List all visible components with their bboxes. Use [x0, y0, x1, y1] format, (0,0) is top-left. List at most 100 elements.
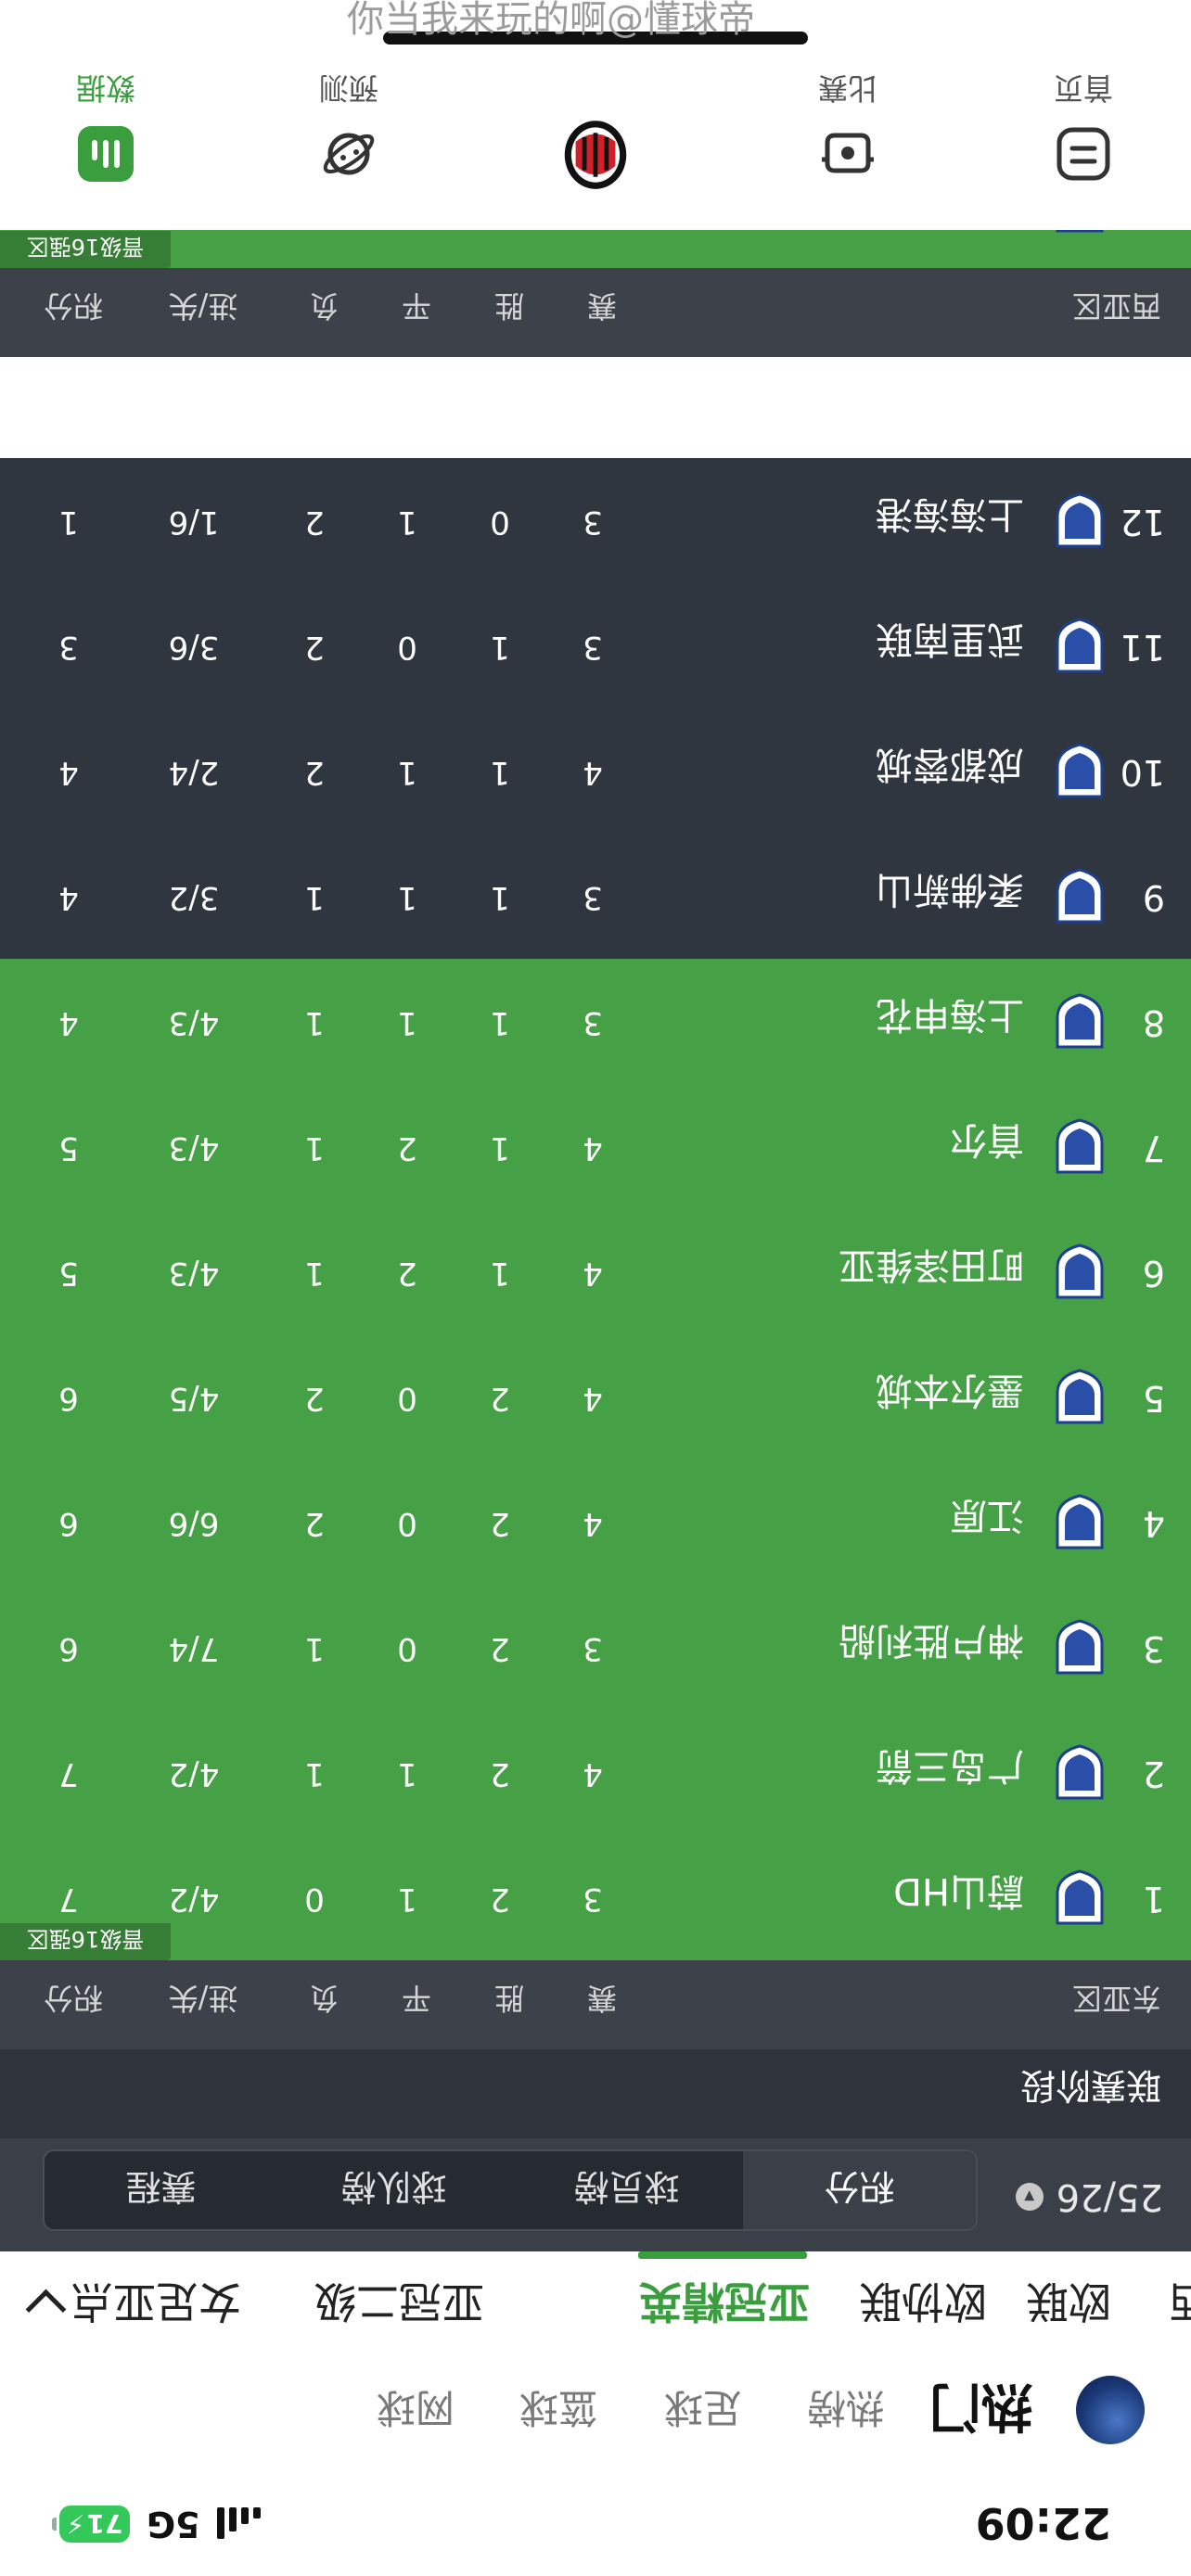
team-badge-icon: [1056, 1619, 1104, 1675]
table-row[interactable]: 7 首尔 4 1 2 1 4/3 5: [0, 1084, 1191, 1209]
chevron-down-icon: ▾: [1015, 2183, 1044, 2211]
east-group-header: 东亚区 赛 胜 平 负 进/失 积分: [0, 1960, 1191, 2049]
table-row[interactable]: 6 町田泽维亚 4 1 2 1 4/3 5: [0, 1209, 1191, 1334]
stat-pts: 7: [58, 1881, 79, 1918]
tab-europa-league[interactable]: 欧联: [1026, 2274, 1111, 2335]
team-rank: 1: [1142, 1879, 1165, 1919]
table-row[interactable]: 5 墨尔本城 4 2 0 2 4/5 6: [0, 1334, 1191, 1460]
tab-hot-list[interactable]: 热榜: [807, 2382, 885, 2439]
stat-d: 0: [397, 1380, 417, 1417]
segment-player-ranking[interactable]: 球员榜: [510, 2151, 743, 2229]
tab-basketball[interactable]: 篮球: [519, 2382, 597, 2439]
stat-w: 1: [490, 1004, 510, 1041]
stat-l: 2: [304, 754, 325, 791]
table-row[interactable]: 2 广岛三箭 4 2 1 1 4/2 7: [0, 1710, 1191, 1835]
segment-schedule[interactable]: 赛程: [45, 2151, 277, 2229]
stat-pts: 6: [58, 1380, 79, 1417]
stage-title: 联赛阶段: [1019, 2065, 1161, 2106]
table-row[interactable]: 12 上海海港 3 0 1 2 1/6 1: [0, 458, 1191, 583]
team-name: 蔚山HD: [893, 1869, 1024, 1912]
stat-d: 1: [397, 504, 417, 541]
stat-l: 1: [304, 1630, 325, 1667]
nav-home[interactable]: 首页: [1009, 69, 1158, 184]
tab-tennis[interactable]: 网球: [377, 2382, 455, 2439]
battery-level: 71: [86, 2508, 123, 2540]
team-badge-icon: [1056, 1744, 1104, 1800]
avatar[interactable]: [1076, 2376, 1145, 2444]
segment-standings[interactable]: 积分: [743, 2151, 976, 2229]
west-group-header: 西亚区 赛 胜 平 负 进/失 积分: [0, 268, 1191, 357]
tab-acl-two[interactable]: 亚冠二级: [314, 2274, 484, 2335]
tab-competition-partial[interactable]: 西: [1169, 2274, 1191, 2335]
header-played: 赛: [587, 1981, 618, 2016]
stat-pts: 4: [58, 1004, 79, 1041]
header-goals: 进/失: [168, 1981, 238, 2016]
stat-pts: 3: [58, 629, 79, 666]
signal-icon: [216, 2507, 261, 2541]
tab-hot[interactable]: 热门: [929, 2373, 1033, 2448]
table-row[interactable]: 3 神户胜利船 3 2 0 1 7/4 6: [0, 1585, 1191, 1710]
team-badge-icon: [1056, 1494, 1104, 1549]
home-icon: [1057, 127, 1110, 181]
nav-data-label: 数据: [76, 70, 136, 106]
header-goals: 进/失: [168, 288, 238, 324]
chevron-down-icon[interactable]: [25, 2289, 67, 2330]
header-win: 胜: [494, 1981, 525, 2016]
planet-icon: [323, 133, 375, 175]
table-row[interactable]: 10 成都蓉城 4 1 1 2 2/4 4: [0, 708, 1191, 834]
stat-d: 1: [397, 754, 417, 791]
nav-club-crest[interactable]: [521, 91, 670, 189]
header-loss: 负: [309, 288, 339, 324]
team-badge-icon: [1056, 492, 1104, 548]
season-selector[interactable]: 25/26 ▾: [1015, 2175, 1163, 2218]
charging-bolt-icon: ⚡: [66, 2508, 85, 2540]
tab-football[interactable]: 足球: [664, 2382, 742, 2439]
stat-w: 2: [490, 1630, 510, 1667]
stat-l: 1: [304, 1755, 325, 1792]
stat-pts: 1: [58, 504, 79, 541]
tab-acl-elite[interactable]: 亚冠精英: [639, 2274, 810, 2335]
stat-gf: 4/3: [168, 1004, 220, 1041]
battery-icon: 71 ⚡: [52, 2506, 130, 2543]
header-loss: 负: [309, 1981, 339, 2016]
tab-womens-asian-cup[interactable]: 女足亚点: [70, 2274, 241, 2335]
team-name: 武里南联: [876, 618, 1024, 660]
stat-d: 0: [397, 1505, 417, 1542]
header-draw: 平: [402, 1981, 432, 2016]
table-row[interactable]: 8 上海申花 3 1 1 1 4/3 4: [0, 959, 1191, 1084]
nav-predict[interactable]: 预测: [275, 69, 423, 184]
table-row[interactable]: 4 江原 4 2 0 2 6/6 6: [0, 1460, 1191, 1585]
team-rank: 4: [1142, 1503, 1165, 1544]
competition-tabs: 西 欧联 欧协联 亚冠精英 亚冠二级 女足亚点: [0, 2251, 1191, 2363]
stat-pts: 6: [58, 1630, 79, 1667]
season-label: 25/26: [1056, 2175, 1163, 2218]
stat-p: 4: [583, 1255, 603, 1292]
stat-p: 3: [583, 504, 603, 541]
stat-l: 1: [304, 879, 325, 916]
stat-gf: 7/4: [168, 1630, 220, 1667]
stage-bar: 联赛阶段: [0, 2049, 1191, 2138]
team-name: 首尔: [950, 1118, 1024, 1161]
stat-p: 3: [583, 629, 603, 666]
football-icon: [822, 133, 874, 173]
team-name: 江原: [950, 1494, 1024, 1537]
stat-gf: 3/2: [168, 879, 220, 916]
team-badge-icon: [1056, 1118, 1104, 1174]
segment-team-ranking[interactable]: 球队榜: [277, 2151, 510, 2229]
table-row[interactable]: 11 武里南联 3 1 0 2 3/6 3: [0, 583, 1191, 708]
stat-d: 0: [397, 629, 417, 666]
stat-gf: 4/3: [168, 1129, 220, 1167]
team-rank: 7: [1142, 1128, 1165, 1168]
nav-data[interactable]: 数据: [32, 69, 180, 184]
header-played: 赛: [587, 288, 618, 324]
nav-matches[interactable]: 比赛: [774, 69, 922, 184]
stat-w: 2: [490, 1755, 510, 1792]
qualify-zone-tag: 晋级16强区: [0, 1923, 171, 1960]
stat-pts: 6: [58, 1505, 79, 1542]
stat-d: 2: [397, 1255, 417, 1292]
tab-conference-league[interactable]: 欧协联: [859, 2274, 987, 2335]
table-row[interactable]: 9 柔佛新山 3 1 1 1 3/2 4: [0, 834, 1191, 959]
active-tab-indicator: [638, 2251, 807, 2259]
table-row[interactable]: 1 蔚山HD 3 2 1 0 4/2 7: [0, 1835, 1191, 1960]
watermark: 你当我来玩的啊@懂球帝: [347, 0, 755, 41]
